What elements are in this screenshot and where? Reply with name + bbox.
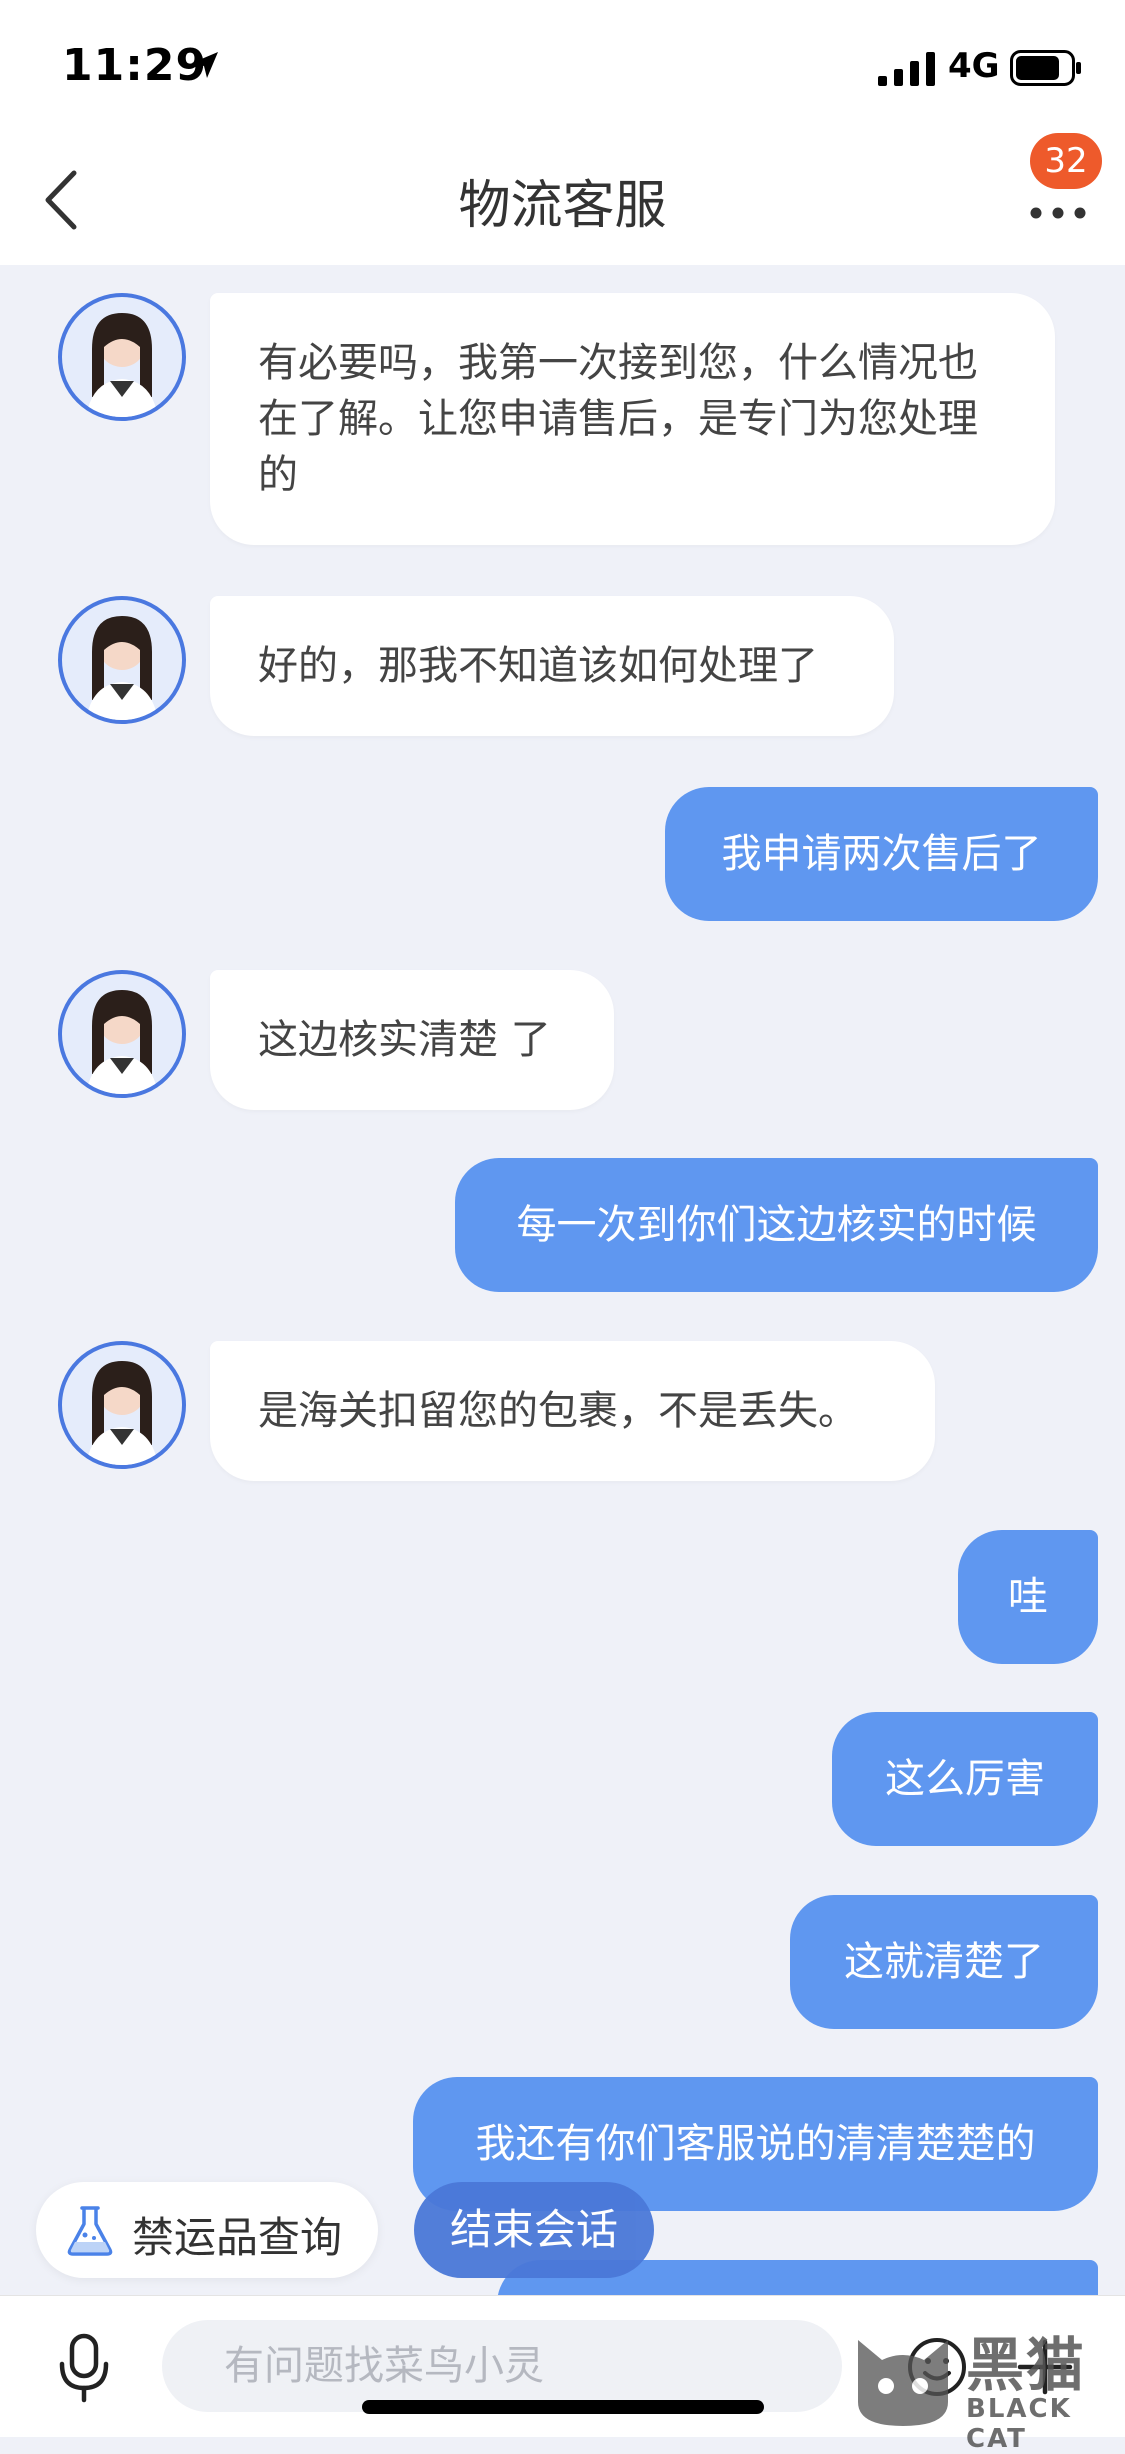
user-message-bubble: 我申请两次售后了 [665,787,1098,921]
signal-icon [878,52,935,86]
agent-avatar [58,970,186,1098]
chat-area[interactable]: 有必要吗，我第一次接到您，什么情况也在了解。让您申请售后，是专门为您处理的 好的… [0,265,1125,2295]
prohibited-items-button[interactable]: 禁运品查询 [36,2182,378,2278]
unread-badge: 32 [1030,133,1102,189]
watermark-en: BLACK CAT [966,2394,1072,2454]
message-input[interactable] [162,2320,842,2412]
black-cat-watermark: 黑猫 BLACK CAT [848,2316,1125,2454]
cat-logo-icon [858,2340,948,2426]
end-session-button[interactable]: 结束会话 [414,2182,654,2278]
agent-avatar [58,1341,186,1469]
agent-message-bubble: 有必要吗，我第一次接到您，什么情况也在了解。让您申请售后，是专门为您处理的 [210,293,1055,545]
more-dots-icon[interactable] [1028,190,1088,220]
page-title: 物流客服 [458,176,667,236]
battery-icon [1010,50,1081,86]
prohibited-items-label: 禁运品查询 [132,2213,343,2262]
agent-avatar [58,596,186,724]
agent-avatar [58,293,186,421]
user-message-bubble: 这么厉害 [832,1712,1098,1846]
home-indicator [362,2400,764,2414]
user-message-bubble: 每一次到你们这边核实的时候 [455,1158,1098,1292]
agent-message-bubble: 是海关扣留您的包裹，不是丢失。 [210,1341,935,1481]
status-bar: 11:29 4G [0,0,1125,135]
agent-message-bubble: 好的，那我不知道该如何处理了 [210,596,894,736]
status-time: 11:29 [62,40,208,91]
microphone-icon[interactable] [52,2332,116,2404]
user-message-bubble: 哇 [958,1530,1098,1664]
location-arrow-icon [192,52,218,78]
nav-bar: 物流客服 32 [0,133,1125,265]
network-type: 4G [948,46,1000,86]
agent-message-bubble: 这边核实清楚 了 [210,970,614,1110]
user-message-bubble: 这就清楚了 [790,1895,1098,2029]
flask-icon [67,2206,113,2256]
watermark-zh: 黑猫 [966,2331,1087,2399]
